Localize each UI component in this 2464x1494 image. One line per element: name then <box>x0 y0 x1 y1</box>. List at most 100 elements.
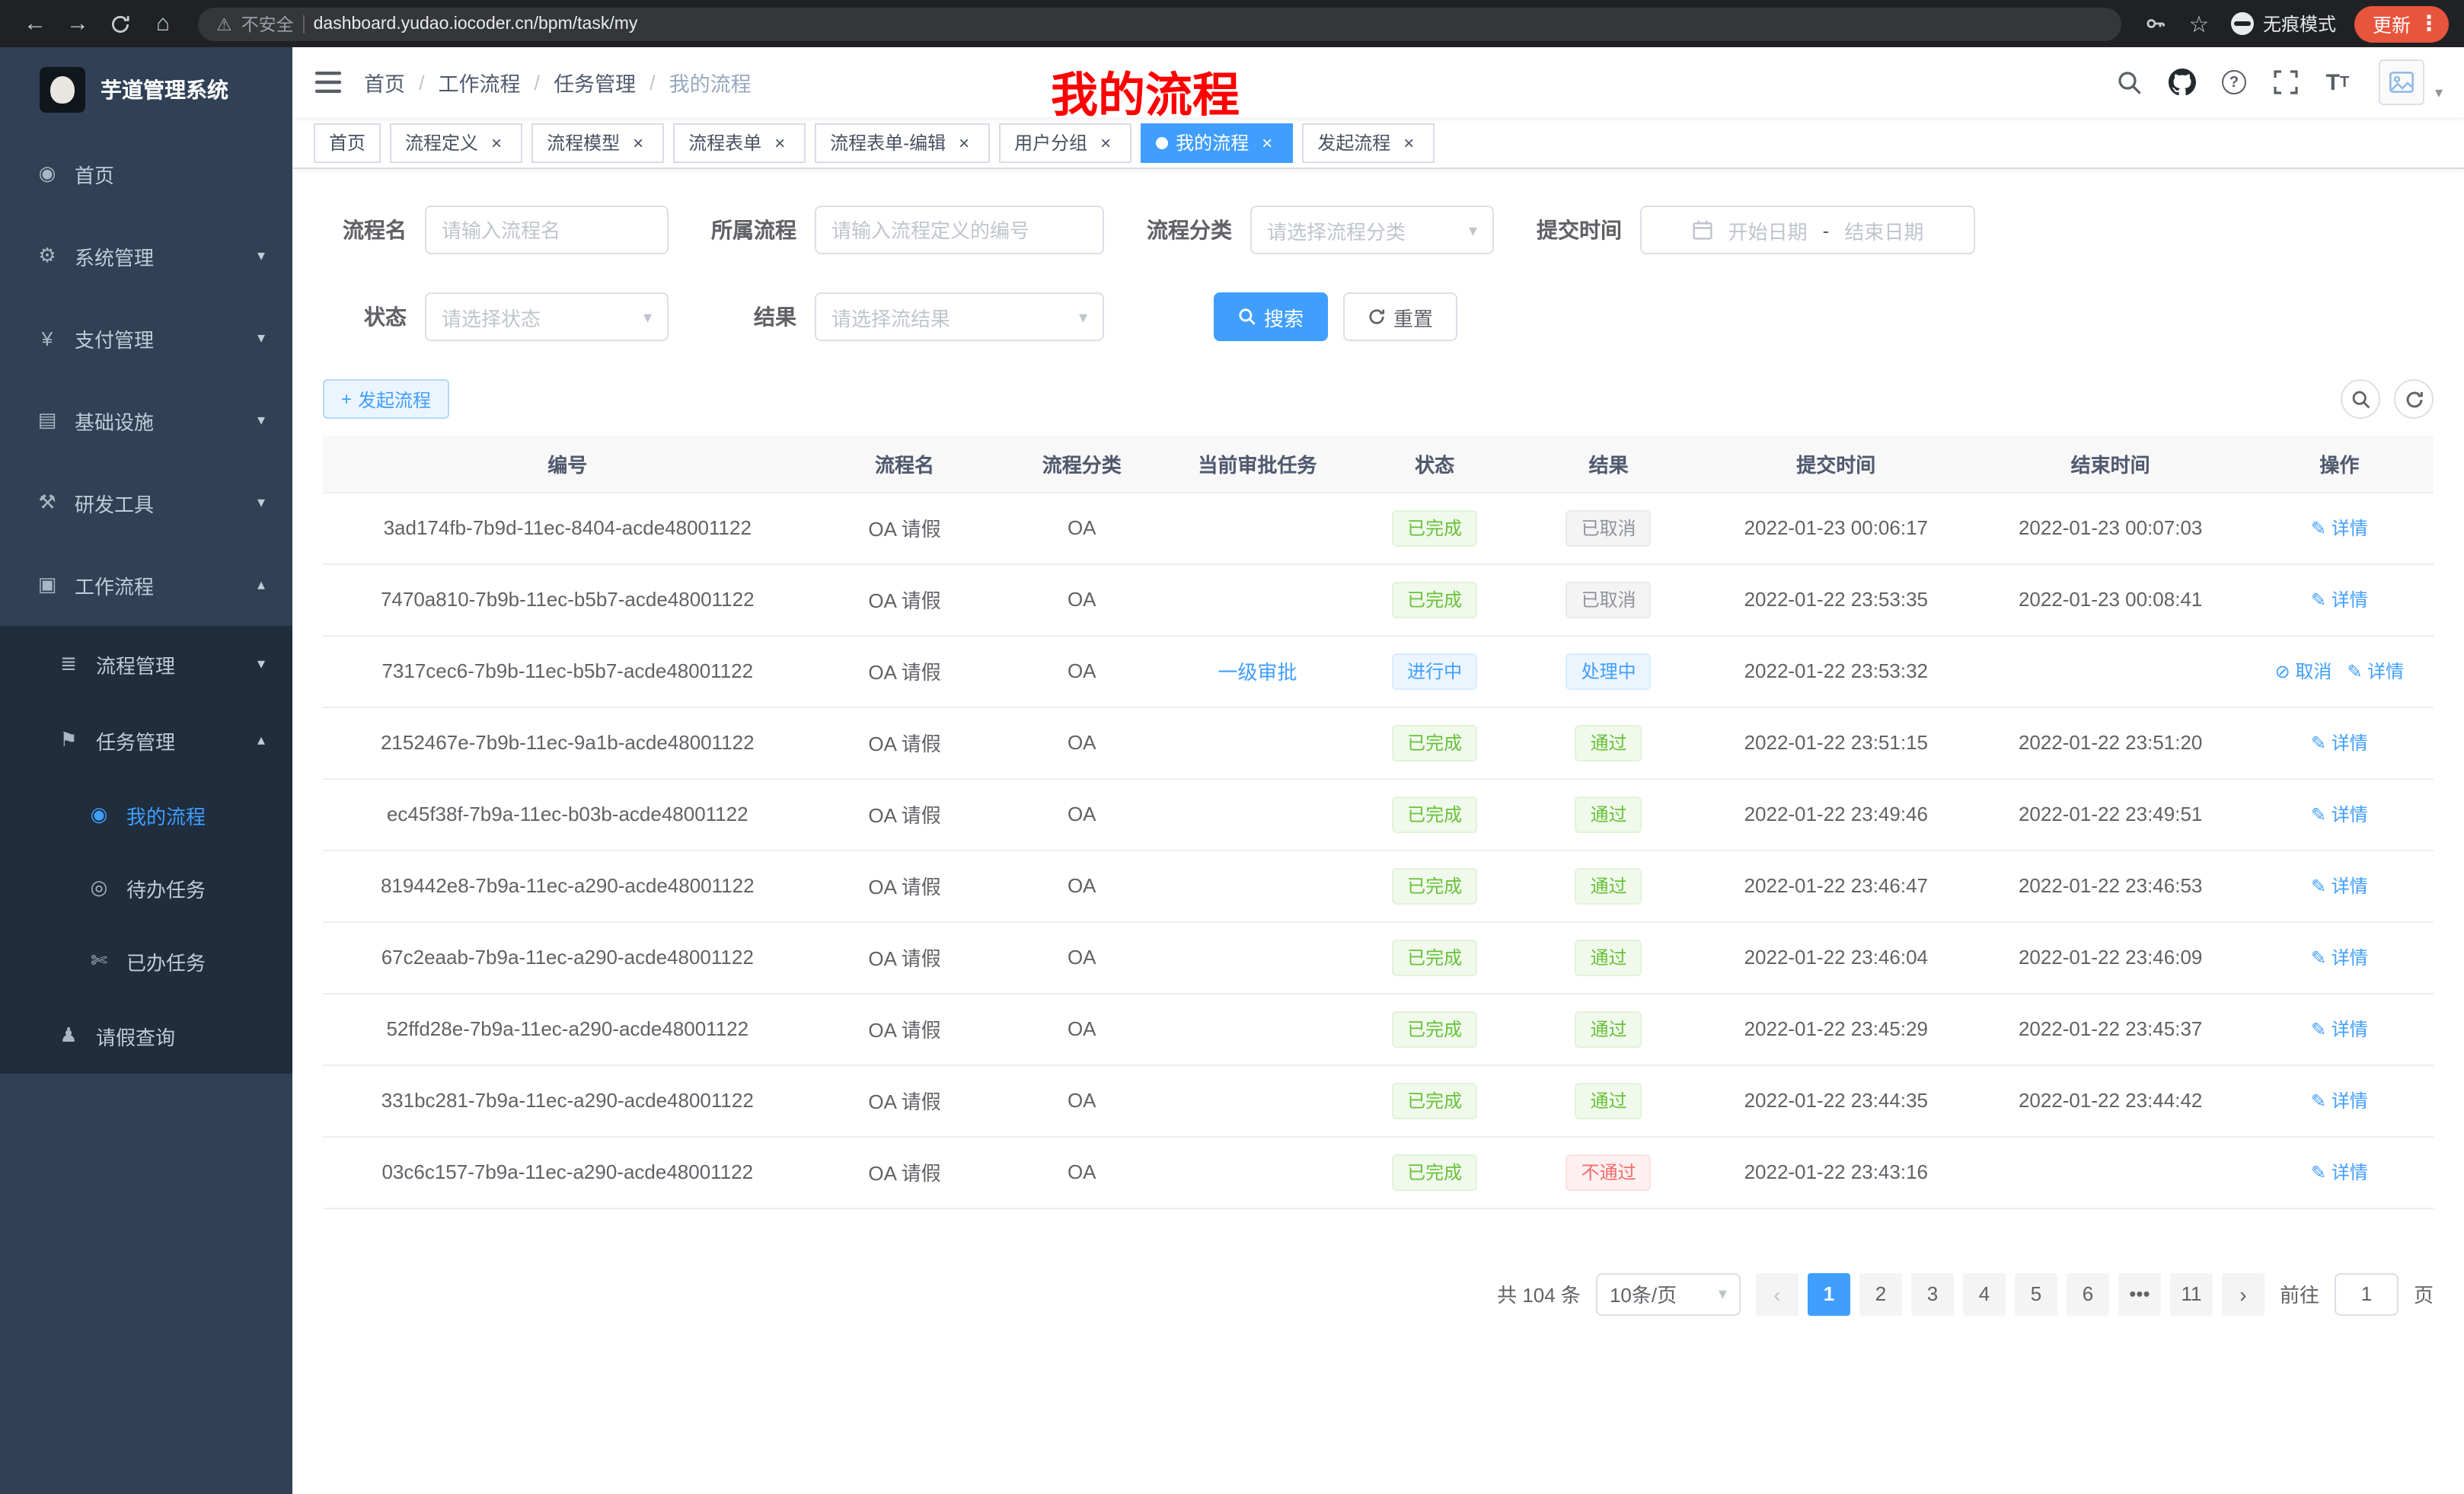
row-action-link[interactable]: ✎ 详情 <box>2347 661 2404 682</box>
tab-item[interactable]: 流程表单-编辑× <box>815 123 990 162</box>
row-action-link[interactable]: ✎ 详情 <box>2311 518 2368 539</box>
close-icon[interactable]: × <box>769 132 790 153</box>
refresh-table-button[interactable] <box>2394 379 2434 419</box>
forward-icon[interactable]: → <box>58 4 97 43</box>
next-page-button[interactable]: › <box>2222 1272 2265 1315</box>
gear-icon: ⚙ <box>34 244 61 268</box>
page-size-select[interactable]: 10条/页 ▾ <box>1596 1272 1741 1315</box>
row-action-link[interactable]: ✎ 详情 <box>2311 1162 2368 1183</box>
page-number-button[interactable]: 1 <box>1808 1272 1850 1315</box>
page-number-button[interactable]: 5 <box>2015 1272 2057 1315</box>
status-select[interactable]: 请选择状态 ▾ <box>425 292 669 341</box>
cell-id: 52ffd28e-7b9a-11ec-a290-acde48001122 <box>323 993 812 1065</box>
more-pages-button[interactable]: ••• <box>2118 1272 2161 1315</box>
page-number-button[interactable]: 4 <box>1963 1272 2006 1315</box>
column-header: 操作 <box>2245 436 2434 492</box>
sidebar-item[interactable]: ¥支付管理▾ <box>0 297 292 379</box>
hamburger-icon[interactable] <box>292 72 364 93</box>
url-text[interactable]: dashboard.yudao.iocoder.cn/bpm/task/my <box>314 14 638 33</box>
breadcrumb-item[interactable]: 任务管理 <box>554 67 636 97</box>
category-select[interactable]: 请选择流程分类 ▾ <box>1250 206 1494 254</box>
jump-suffix: 页 <box>2414 1279 2434 1308</box>
sidebar-item[interactable]: ⚙系统管理▾ <box>0 215 292 297</box>
font-size-icon[interactable]: TT <box>2315 55 2360 110</box>
help-icon[interactable]: ? <box>2211 55 2257 110</box>
breadcrumb-item[interactable]: 工作流程 <box>439 67 521 97</box>
sidebar-item[interactable]: ⚑任务管理▴ <box>0 702 292 778</box>
reset-button[interactable]: 重置 <box>1343 292 1457 341</box>
cell-submit-time: 2022-01-22 23:51:15 <box>1696 707 1976 778</box>
process-name-input[interactable] <box>425 206 669 254</box>
close-icon[interactable]: × <box>627 132 649 153</box>
sidebar-item[interactable]: ◉我的流程 <box>0 778 292 851</box>
search-button[interactable]: 搜索 <box>1214 292 1328 341</box>
password-key-icon[interactable] <box>2137 4 2176 43</box>
tab-item[interactable]: 首页 <box>314 123 381 162</box>
tab-item[interactable]: 发起流程× <box>1302 123 1435 162</box>
parent-process-input[interactable] <box>815 206 1104 254</box>
tab-item[interactable]: 流程定义× <box>390 123 522 162</box>
page-number-button[interactable]: 2 <box>1859 1272 1902 1315</box>
avatar-caret-icon[interactable]: ▾ <box>2435 85 2443 102</box>
submit-time-range-picker[interactable]: 开始日期 - 结束日期 <box>1640 206 1975 254</box>
jump-page-input[interactable] <box>2335 1272 2399 1315</box>
bookmark-star-icon[interactable]: ☆ <box>2179 4 2219 43</box>
column-header: 流程名 <box>812 436 997 492</box>
current-task-link[interactable]: 一级审批 <box>1218 661 1297 684</box>
sidebar-item[interactable]: ◎待办任务 <box>0 851 292 924</box>
filter-process-name: 流程名 <box>323 206 669 254</box>
avatar[interactable] <box>2379 59 2424 105</box>
result-select[interactable]: 请选择流结果 ▾ <box>815 292 1104 341</box>
action-icon: ✎ <box>2347 661 2362 682</box>
back-icon[interactable]: ← <box>15 4 55 43</box>
cell-operations: ⊘ 取消 ✎ 详情 <box>2245 635 2434 707</box>
cell-process-name: OA 请假 <box>812 1136 997 1208</box>
security-label[interactable]: 不安全 <box>241 11 294 36</box>
sidebar-item[interactable]: ▣工作流程▴ <box>0 544 292 626</box>
row-action-link[interactable]: ✎ 详情 <box>2311 589 2368 611</box>
row-action-link[interactable]: ✎ 详情 <box>2311 733 2368 754</box>
update-button[interactable]: 更新 ⋮ <box>2354 5 2449 42</box>
browser-menu-dots-icon[interactable]: ⋮ <box>2418 11 2440 37</box>
close-icon[interactable]: × <box>1398 132 1419 153</box>
close-icon[interactable]: × <box>1256 132 1278 153</box>
row-action-link[interactable]: ✎ 详情 <box>2311 1090 2368 1112</box>
action-icon: ✎ <box>2311 1019 2326 1040</box>
tab-item[interactable]: 流程表单× <box>673 123 806 162</box>
close-icon[interactable]: × <box>1095 132 1116 153</box>
row-action-link[interactable]: ✎ 详情 <box>2311 1019 2368 1040</box>
address-bar[interactable]: ⚠ 不安全 dashboard.yudao.iocoder.cn/bpm/tas… <box>198 7 2121 40</box>
row-action-link[interactable]: ⊘ 取消 <box>2275 661 2332 682</box>
browser-home-icon[interactable]: ⌂ <box>143 4 183 43</box>
sidebar-item[interactable]: ◉首页 <box>0 132 292 215</box>
sidebar-item[interactable]: ✄已办任务 <box>0 924 292 998</box>
header-search-icon[interactable] <box>2108 55 2153 110</box>
close-icon[interactable]: × <box>486 132 507 153</box>
row-action-link[interactable]: ✎ 详情 <box>2311 876 2368 897</box>
reload-icon[interactable] <box>101 4 140 43</box>
cell-status: 已完成 <box>1348 921 1521 993</box>
toggle-search-button[interactable] <box>2341 379 2380 419</box>
tab-item[interactable]: 我的流程× <box>1141 123 1293 162</box>
page-number-button[interactable]: 11 <box>2170 1272 2213 1315</box>
row-action-link[interactable]: ✎ 详情 <box>2311 947 2368 969</box>
github-icon[interactable] <box>2159 55 2205 110</box>
page-number-button[interactable]: 3 <box>1911 1272 1954 1315</box>
cell-process-name: OA 请假 <box>812 778 997 850</box>
active-dot <box>1156 136 1168 148</box>
breadcrumb-item[interactable]: 首页 <box>364 67 405 97</box>
fullscreen-icon[interactable] <box>2263 55 2309 110</box>
page-number-button[interactable]: 6 <box>2067 1272 2109 1315</box>
tab-item[interactable]: 流程模型× <box>531 123 664 162</box>
status-tag: 已完成 <box>1392 724 1477 761</box>
create-process-button[interactable]: + 发起流程 <box>323 379 449 419</box>
sidebar-item[interactable]: ♟请假查询 <box>0 998 292 1074</box>
row-action-link[interactable]: ✎ 详情 <box>2311 804 2368 825</box>
close-icon[interactable]: × <box>953 132 975 153</box>
sidebar-item[interactable]: ⚒研发工具▾ <box>0 461 292 544</box>
total-count: 共 104 条 <box>1497 1279 1581 1308</box>
prev-page-button[interactable]: ‹ <box>1756 1272 1799 1315</box>
sidebar-item[interactable]: ▤基础设施▾ <box>0 379 292 461</box>
sidebar-item[interactable]: ≣流程管理▾ <box>0 626 292 702</box>
tab-item[interactable]: 用户分组× <box>999 123 1131 162</box>
